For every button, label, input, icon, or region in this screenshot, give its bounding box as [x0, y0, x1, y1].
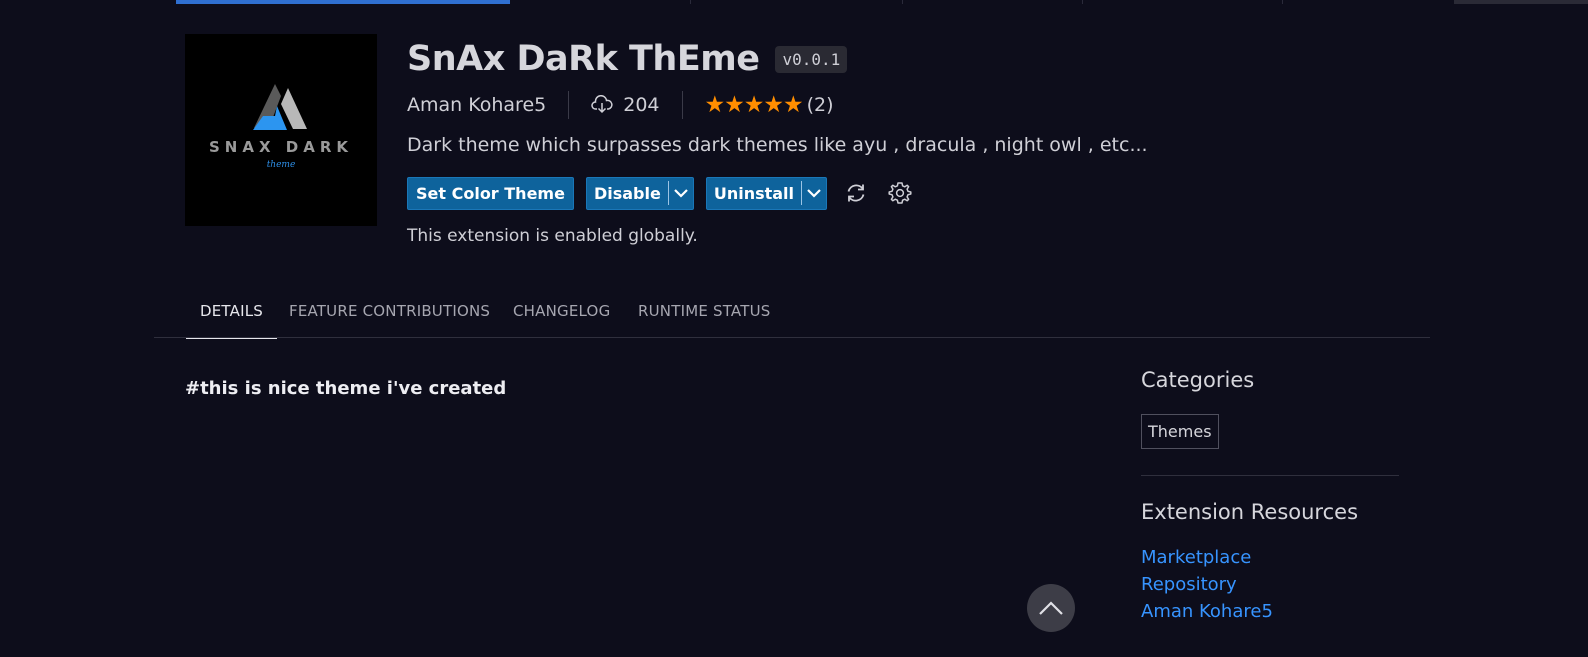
editor-tab-strip: [0, 0, 1588, 4]
readme-content: #this is nice theme i've created: [185, 378, 507, 399]
category-tag[interactable]: Themes: [1141, 414, 1219, 449]
extension-title: SnAx DaRk ThEme: [407, 39, 760, 79]
cloud-download-icon: [591, 94, 613, 115]
resource-links: Marketplace Repository Aman Kohare5: [1141, 544, 1399, 625]
editor-tab-scroll-area: [1454, 0, 1588, 4]
icon-subtitle-text: theme: [266, 160, 296, 170]
action-bar: Set Color Theme Disable Uninstall: [407, 176, 1367, 210]
chevron-down-icon[interactable]: [802, 177, 826, 210]
tab-feature-contributions[interactable]: FEATURE CONTRIBUTIONS: [289, 290, 490, 338]
extension-header: SNAX DARK theme SnAx DaRk ThEme v0.0.1 A…: [185, 34, 1385, 264]
resources-heading: Extension Resources: [1141, 500, 1359, 524]
icon-title-text: SNAX DARK: [209, 138, 353, 156]
uninstall-button-group: Uninstall: [705, 176, 828, 210]
sidebar-divider: [1141, 475, 1399, 476]
meta-divider: [568, 91, 570, 119]
extension-details: SnAx DaRk ThEme v0.0.1 Aman Kohare5 204 …: [407, 34, 1367, 246]
rating-stars[interactable]: ★★★★★: [705, 92, 804, 118]
scroll-to-top-button[interactable]: [1027, 584, 1075, 632]
uninstall-button[interactable]: Uninstall: [707, 184, 801, 203]
extension-description: Dark theme which surpasses dark themes l…: [407, 134, 1148, 156]
categories-heading: Categories: [1141, 368, 1255, 392]
publisher-link[interactable]: Aman Kohare5: [1141, 598, 1399, 625]
sync-icon[interactable]: [841, 178, 871, 208]
active-editor-tab-indicator: [176, 0, 510, 4]
version-badge: v0.0.1: [775, 45, 848, 73]
snax-logo-icon: [253, 84, 307, 130]
disable-button-group: Disable: [585, 176, 694, 210]
chevron-down-icon[interactable]: [669, 177, 693, 210]
enablement-status: This extension is enabled globally.: [407, 226, 698, 246]
meta-divider: [681, 91, 683, 119]
tab-changelog[interactable]: CHANGELOG: [513, 290, 610, 338]
gear-icon[interactable]: [885, 178, 915, 208]
disable-button[interactable]: Disable: [587, 184, 668, 203]
chevron-up-icon: [1039, 601, 1063, 615]
install-count: 204: [623, 94, 660, 116]
set-color-theme-button[interactable]: Set Color Theme: [407, 176, 574, 210]
tab-runtime-status[interactable]: RUNTIME STATUS: [638, 290, 770, 338]
tab-details[interactable]: DETAILS: [186, 290, 277, 339]
marketplace-link[interactable]: Marketplace: [1141, 544, 1399, 571]
details-sidebar: Categories Themes Extension Resources Ma…: [1141, 368, 1399, 625]
publisher-name[interactable]: Aman Kohare5: [407, 94, 546, 116]
repository-link[interactable]: Repository: [1141, 571, 1399, 598]
extension-icon: SNAX DARK theme: [185, 34, 377, 226]
extension-tabs: DETAILS FEATURE CONTRIBUTIONS CHANGELOG …: [154, 290, 1430, 339]
rating-count[interactable]: (2): [807, 94, 834, 116]
